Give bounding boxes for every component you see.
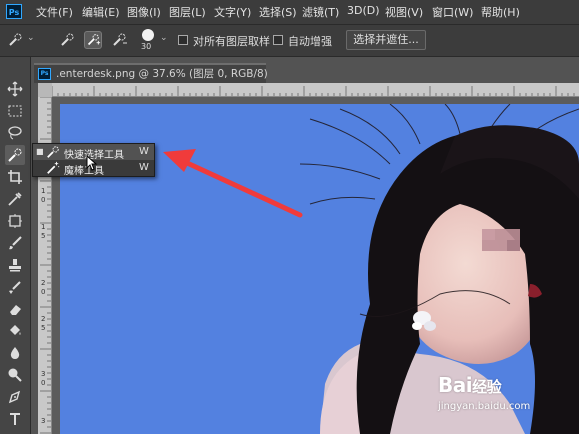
baidu-watermark: Bai经验 jingyan.baidu.com [438, 373, 578, 423]
watermark-url: jingyan.baidu.com [438, 401, 531, 412]
watermark-brand: Bai经验 [438, 373, 502, 397]
annotation-arrow [163, 149, 303, 218]
